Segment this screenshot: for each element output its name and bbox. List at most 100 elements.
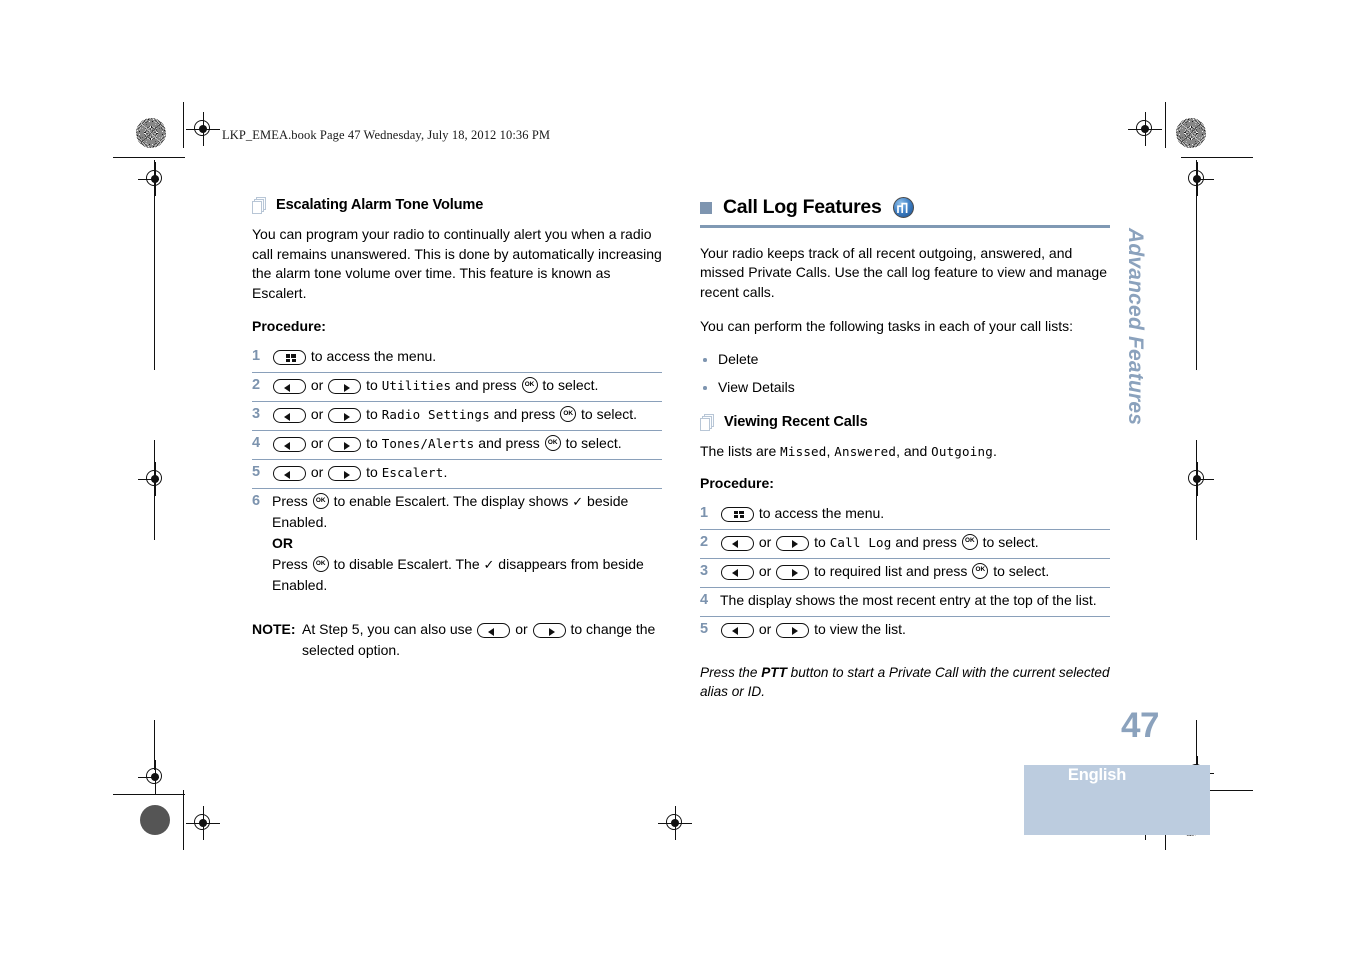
language-band: English bbox=[1024, 765, 1210, 835]
step-text: to access the menu. bbox=[720, 503, 1110, 524]
crop-rule-left-vertical-lower bbox=[154, 440, 156, 540]
radio-menu-item-text: Radio Settings bbox=[381, 407, 490, 423]
left-arrow-key-icon bbox=[273, 408, 306, 424]
page-number: 47 bbox=[1121, 706, 1159, 745]
section-heading-call-log: Call Log Features bbox=[700, 196, 1110, 219]
heading-square-bullet-icon bbox=[700, 201, 712, 214]
left-arrow-key-icon bbox=[721, 535, 754, 551]
step-text: or to required list and press OK to sele… bbox=[720, 561, 1110, 582]
lists-sentence: The lists are Missed, Answered, and Outg… bbox=[700, 442, 997, 459]
document-stack-icon bbox=[700, 413, 715, 431]
procedure-step: 6 Press OK to enable Escalert. The displa… bbox=[252, 489, 662, 601]
escalating-alarm-intro: You can program your radio to continuall… bbox=[252, 226, 662, 301]
left-arrow-key-icon bbox=[273, 437, 306, 453]
ok-key-icon: OK bbox=[560, 406, 577, 423]
call-log-intro-1: Your radio keeps track of all recent out… bbox=[700, 244, 1107, 300]
emphasis-text: OR bbox=[272, 535, 293, 552]
ptt-footer-note: Press the PTT button to start a Private … bbox=[700, 664, 1110, 700]
procedure-step: 5 or to Escalert. bbox=[252, 460, 662, 490]
ok-key-icon: OK bbox=[312, 556, 329, 573]
list-item: Delete bbox=[700, 350, 1110, 369]
procedure-step: 2 or to Utilities and press OK to select… bbox=[252, 373, 662, 403]
language-band-label: English bbox=[1067, 766, 1127, 784]
note-label: NOTE: bbox=[252, 621, 296, 638]
ok-key-icon: OK bbox=[972, 562, 989, 579]
registration-mark-bottom-center bbox=[658, 806, 692, 840]
radio-menu-item-text: Answered bbox=[834, 443, 897, 459]
radio-menu-item-text: Escalert bbox=[381, 465, 444, 481]
crop-rule-top-right-vertical bbox=[1165, 102, 1167, 148]
left-arrow-key-icon bbox=[477, 623, 511, 639]
crop-rule-right-vertical-lower bbox=[1196, 440, 1198, 540]
step-text: or to Tones/Alerts and press OK to selec… bbox=[272, 433, 662, 454]
section-heading-call-log-label: Call Log Features bbox=[723, 196, 882, 218]
registration-mark-top-right-outer bbox=[1128, 112, 1162, 146]
section-heading-label: Escalating Alarm Tone Volume bbox=[276, 197, 484, 213]
crop-rule-top-right-horizontal bbox=[1181, 157, 1253, 159]
moire-mark-top-right bbox=[1176, 118, 1206, 148]
procedure-step: 3 or to required list and press OK to se… bbox=[700, 559, 1110, 588]
procedure-step: 4 or to Tones/Alerts and press OK to sel… bbox=[252, 431, 662, 461]
radio-menu-item-text: Missed bbox=[780, 443, 827, 459]
side-tab-advanced-features: Advanced Features bbox=[1124, 228, 1147, 426]
procedure-step: 4 The display shows the most recent entry… bbox=[700, 588, 1110, 617]
left-arrow-key-icon bbox=[273, 379, 306, 395]
note-body: At Step 5, you can also use or to change… bbox=[302, 621, 656, 659]
step-number: 5 bbox=[252, 464, 261, 481]
note-block-left: NOTE: At Step 5, you can also use or to … bbox=[252, 619, 662, 661]
step-number: 1 bbox=[252, 348, 261, 365]
call-log-task-list: Delete View Details bbox=[700, 350, 1110, 397]
right-column: Call Log Features Your radio keeps track… bbox=[700, 196, 1110, 702]
crop-rule-bottom-right-vertical bbox=[1196, 720, 1198, 766]
left-arrow-key-icon bbox=[721, 564, 754, 580]
procedure-step: 1 to access the menu. bbox=[700, 501, 1110, 530]
left-column: Escalating Alarm Tone Volume You can pro… bbox=[252, 196, 662, 661]
solid-dot-mark-bottom-left bbox=[140, 805, 170, 835]
ok-key-icon: OK bbox=[521, 377, 538, 394]
step-number: 1 bbox=[700, 504, 709, 521]
procedure-steps-right: 1 to access the menu. 2 or to Call Log an… bbox=[700, 501, 1110, 645]
step-text: The display shows the most recent entry … bbox=[720, 591, 1097, 608]
procedure-label-left: Procedure: bbox=[252, 318, 326, 335]
right-arrow-key-icon bbox=[328, 466, 362, 482]
step-number: 6 bbox=[252, 493, 261, 510]
left-arrow-key-icon bbox=[273, 466, 306, 482]
crop-rule-top-left-horizontal bbox=[113, 157, 185, 159]
right-arrow-key-icon bbox=[328, 437, 362, 453]
procedure-step: 5 or to view the list. bbox=[700, 617, 1110, 645]
heading-underline bbox=[700, 225, 1110, 228]
menu-key-icon bbox=[721, 506, 754, 522]
procedure-steps-left: 1 to access the menu. 2 or to Utilities a… bbox=[252, 344, 662, 601]
procedure-step: 1 to access the menu. bbox=[252, 344, 662, 374]
step-text: or to Escalert. bbox=[272, 462, 662, 483]
moire-mark-top-left bbox=[136, 118, 166, 148]
radio-menu-item-text: Utilities bbox=[381, 378, 452, 394]
right-arrow-key-icon bbox=[532, 623, 566, 639]
step-number: 5 bbox=[700, 620, 709, 637]
menu-key-icon bbox=[273, 350, 306, 366]
step-number: 4 bbox=[252, 435, 261, 452]
registration-mark-top-left bbox=[186, 112, 220, 146]
right-arrow-key-icon bbox=[776, 622, 810, 638]
procedure-label-right: Procedure: bbox=[700, 474, 774, 491]
list-item: View Details bbox=[700, 378, 1110, 397]
ok-key-icon: OK bbox=[312, 493, 329, 510]
subsection-heading-viewing-recent-calls: Viewing Recent Calls bbox=[700, 413, 1110, 431]
step-number: 4 bbox=[700, 591, 709, 608]
step-text: or to Radio Settings and press OK to sel… bbox=[272, 404, 662, 425]
step-text: or to Call Log and press OK to select. bbox=[720, 532, 1110, 553]
crop-rule-top-left-vertical bbox=[183, 102, 185, 148]
section-heading-escalating-alarm: Escalating Alarm Tone Volume bbox=[252, 196, 662, 214]
file-banner: LKP_EMEA.book Page 47 Wednesday, July 18… bbox=[222, 128, 551, 142]
procedure-step: 2 or to Call Log and press OK to select. bbox=[700, 530, 1110, 559]
crop-rule-left-vertical bbox=[154, 160, 156, 370]
call-log-intro-2: You can perform the following tasks in e… bbox=[700, 318, 1074, 335]
step-number: 2 bbox=[252, 377, 261, 394]
ok-key-icon: OK bbox=[961, 533, 978, 550]
step-text: to access the menu. bbox=[272, 346, 662, 367]
right-arrow-key-icon bbox=[328, 379, 362, 395]
registration-mark-bottom-left-inner bbox=[186, 806, 220, 840]
step-text: or to view the list. bbox=[720, 619, 1110, 640]
crop-rule-bottom-left-horizontal bbox=[113, 794, 185, 796]
right-arrow-key-icon bbox=[328, 408, 362, 424]
